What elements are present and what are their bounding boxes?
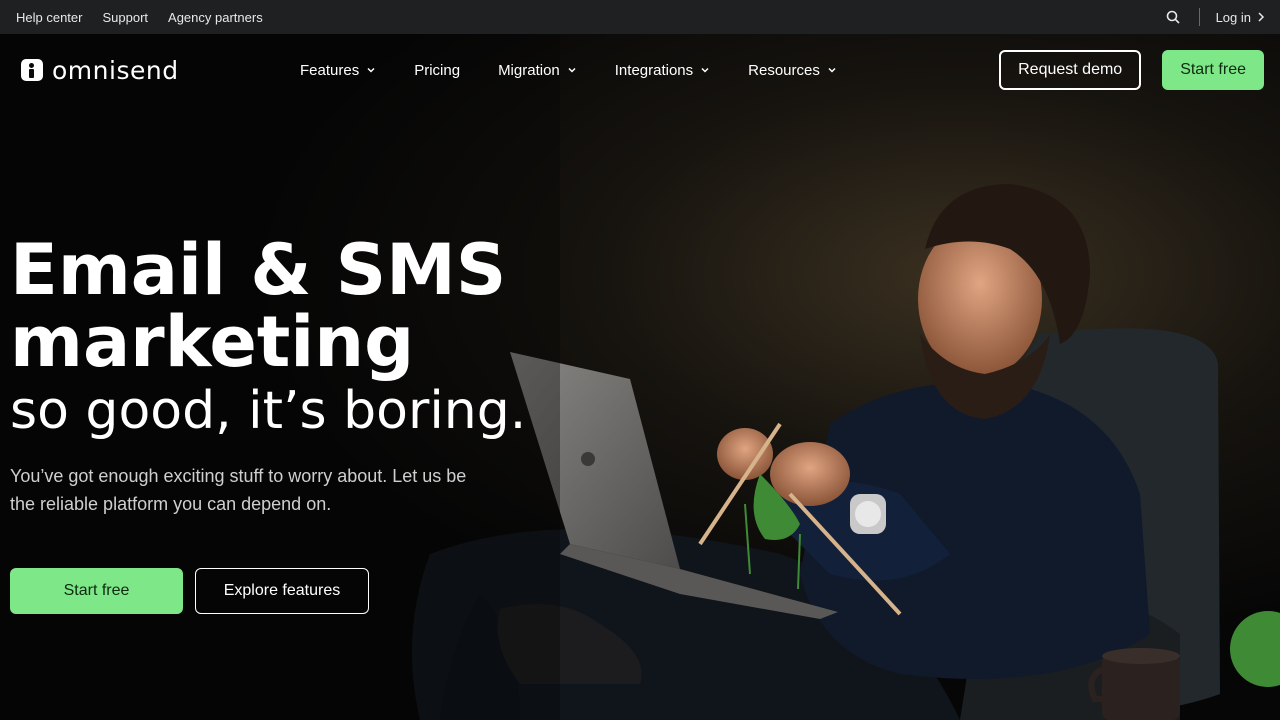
nav-item-pricing[interactable]: Pricing (414, 62, 460, 79)
login-label: Log in (1215, 9, 1251, 25)
nav-actions: Request demo Start free (999, 50, 1264, 90)
logo-text: omnisend (52, 55, 179, 85)
agency-partners-link[interactable]: Agency partners (168, 10, 263, 25)
chevron-down-icon (568, 67, 576, 73)
chevron-down-icon (367, 67, 375, 73)
nav-item-resources[interactable]: Resources (748, 62, 837, 79)
hero-title-line2: marketing (10, 301, 415, 383)
nav-item-integrations[interactable]: Integrations (615, 62, 710, 79)
hero-cta-group: Start free Explore features (10, 568, 526, 614)
nav-item-features[interactable]: Features (300, 62, 376, 79)
search-icon[interactable] (1165, 9, 1181, 25)
hero-subtitle: so good, it’s boring. (10, 381, 527, 441)
logo[interactable]: omnisend (21, 56, 300, 85)
explore-features-button[interactable]: Explore features (195, 568, 369, 614)
hero-title: Email & SMS marketing (10, 234, 526, 378)
login-link[interactable]: Log in (1216, 10, 1265, 25)
utility-right: Log in (1165, 0, 1265, 34)
help-center-link[interactable]: Help center (16, 10, 82, 25)
nav-items: Features Pricing Migration Integrations … (300, 62, 875, 79)
hero-content: Email & SMS marketing so good, it’s bori… (10, 234, 526, 614)
chevron-down-icon (701, 67, 709, 73)
omnisend-logo-icon (21, 59, 43, 81)
hero-section: Email & SMS marketing so good, it’s bori… (0, 34, 1280, 720)
chevron-right-icon (1258, 12, 1265, 22)
nav-item-label: Pricing (414, 61, 461, 79)
utility-bar: Help center Support Agency partners Log … (0, 0, 1280, 34)
start-free-button[interactable]: Start free (1162, 50, 1264, 90)
nav-item-label: Resources (748, 61, 820, 79)
hero-title-line1: Email & SMS (10, 229, 507, 311)
main-nav: omnisend Features Pricing Migration Inte… (0, 34, 1280, 106)
nav-item-migration[interactable]: Migration (498, 62, 577, 79)
nav-item-label: Integrations (614, 61, 694, 79)
request-demo-button[interactable]: Request demo (999, 50, 1142, 90)
hero-start-free-button[interactable]: Start free (10, 568, 183, 614)
nav-item-label: Migration (498, 61, 560, 79)
utility-links: Help center Support Agency partners (16, 10, 263, 25)
chevron-down-icon (828, 67, 836, 73)
hero-description: You’ve got enough exciting stuff to worr… (10, 466, 467, 514)
nav-item-label: Features (300, 61, 360, 79)
support-link[interactable]: Support (102, 10, 148, 25)
divider (1198, 8, 1200, 26)
